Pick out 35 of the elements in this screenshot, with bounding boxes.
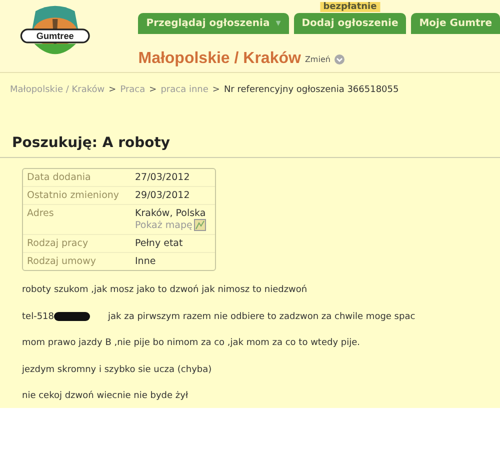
detail-value: 29/03/2012: [135, 190, 190, 201]
description-text: jezdym skromny i szybko sie ucza (chyba): [22, 364, 212, 375]
caret-icon: ▾: [276, 18, 281, 29]
breadcrumb-separator: >: [108, 85, 116, 95]
map-link[interactable]: Pokaż mapę: [135, 220, 192, 230]
detail-value: Kraków, Polska: [135, 208, 206, 219]
detail-label: Adres: [27, 208, 55, 221]
detail-label: Rodzaj umowy: [27, 256, 97, 267]
breadcrumb-link[interactable]: praca inne: [160, 85, 208, 95]
breadcrumb-link[interactable]: Praca: [120, 85, 146, 95]
free-badge: bezpłatnie: [320, 2, 380, 12]
arrow-circle-icon: [334, 54, 346, 64]
breadcrumb-separator: >: [149, 85, 157, 95]
map-icon: [194, 219, 206, 231]
detail-value: 27/03/2012: [135, 172, 190, 183]
breadcrumb-link[interactable]: Małopolskie / Kraków: [10, 85, 105, 95]
reference-number-text: Nr referencyjny ogłoszenia 366518055: [224, 85, 399, 95]
detail-label: Rodzaj pracy: [27, 238, 90, 249]
ad-title: Poszukuję: A roboty: [0, 135, 500, 158]
detail-label: Ostatnio zmieniony: [27, 190, 120, 201]
nav-tab[interactable]: Przeglądaj ogłoszenia ▾: [138, 13, 289, 34]
detail-value: Pełny etat: [135, 238, 183, 249]
nav-tab[interactable]: Dodaj ogłoszenie: [294, 13, 406, 34]
description-text: mom prawo jazdy B ,nie pije bo nimom za co ,jak mom za co to wtedy pije.: [22, 338, 360, 348]
detail-label: Data dodania: [27, 172, 92, 183]
change-link[interactable]: Zmień: [304, 54, 330, 64]
description-text: roboty szukom ,jak mosz jako to dzwoń jak nimosz to niedzwoń: [22, 285, 308, 296]
detail-value: Inne: [135, 256, 156, 267]
gumtree-logo[interactable]: Gumtree: [16, 0, 94, 70]
nav-tab[interactable]: Moje Gumtre: [411, 13, 500, 34]
description-text: jak za pirwszym razem nie odbiere to zadzwon za chwile moge spac: [108, 312, 416, 322]
phone-text: tel-518: [22, 312, 54, 322]
breadcrumb-separator: >: [212, 85, 220, 95]
description-text: nie cekoj dzwoń wiecnie nie byde żył: [22, 391, 188, 402]
location-title: Małopolskie / Kraków: [138, 50, 301, 68]
